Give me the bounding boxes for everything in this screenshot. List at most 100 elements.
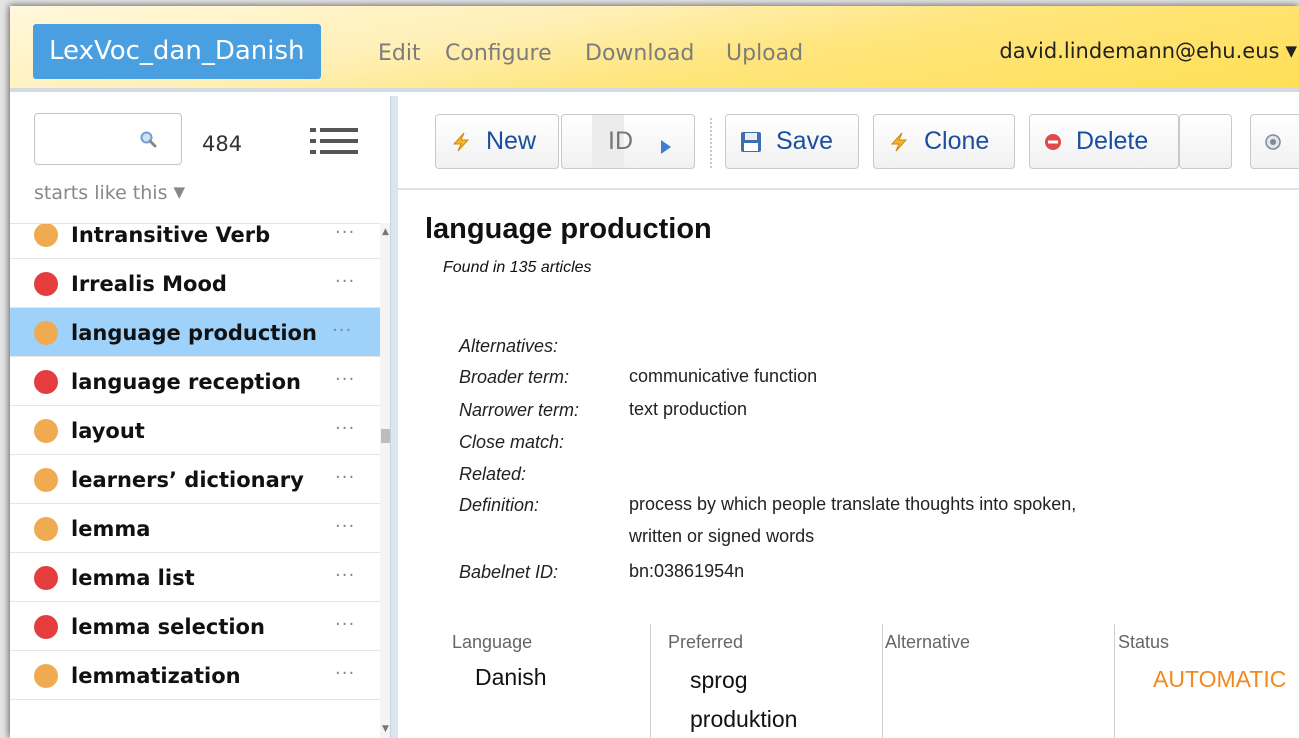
minus-circle-icon	[1044, 133, 1062, 151]
list-item[interactable]: lemma list ···	[10, 553, 380, 602]
column-header-language: Language	[452, 632, 533, 652]
more-options-icon[interactable]: ···	[332, 320, 352, 341]
lightning-icon	[888, 131, 910, 153]
more-options-icon[interactable]: ···	[335, 369, 355, 390]
term-label: Intransitive Verb	[71, 223, 271, 247]
term-label: Irrealis Mood	[71, 272, 227, 296]
status-dot-icon	[34, 419, 58, 443]
next-arrow-icon[interactable]	[660, 133, 672, 162]
list-item[interactable]: lemma selection ···	[10, 602, 380, 651]
clone-button[interactable]: Clone	[873, 114, 1015, 169]
history-button[interactable]	[1250, 114, 1299, 169]
more-options-icon[interactable]: ···	[335, 418, 355, 439]
status-dot-icon	[34, 566, 58, 590]
more-options-icon[interactable]: ···	[335, 663, 355, 684]
filter-dropdown[interactable]: starts like this ▼	[34, 182, 185, 204]
nav-download[interactable]: Download	[585, 41, 694, 66]
caret-down-icon: ▼	[173, 183, 186, 201]
list-item[interactable]: Intransitive Verb ···	[10, 224, 380, 259]
term-label: lemma list	[71, 566, 195, 590]
app-window: LexVoc_dan_Danish Edit Configure Downloa…	[10, 6, 1299, 738]
column-divider	[650, 624, 651, 738]
term-label: lemmatization	[71, 664, 241, 688]
lightning-icon	[450, 131, 472, 153]
list-item[interactable]: layout ···	[10, 406, 380, 455]
id-input[interactable]: ID	[562, 115, 647, 168]
column-header-alternative: Alternative	[885, 632, 971, 652]
narrower-term-label: Narrower term:	[459, 400, 580, 420]
alternatives-label: Alternatives:	[459, 336, 559, 356]
status-dot-icon	[34, 224, 58, 247]
translation-preferred-1[interactable]: sprog	[690, 667, 748, 694]
status-dot-icon	[34, 664, 58, 688]
term-label: layout	[71, 419, 145, 443]
status-dot-icon	[34, 370, 58, 394]
narrower-term-value[interactable]: text production	[629, 394, 747, 425]
column-header-status: Status	[1118, 632, 1170, 652]
delete-label: Delete	[1076, 127, 1149, 155]
filter-label: starts like this	[34, 182, 168, 204]
translation-language: Danish	[475, 664, 547, 690]
nav-upload[interactable]: Upload	[726, 41, 803, 66]
list-icon[interactable]	[310, 126, 358, 156]
save-button[interactable]: Save	[725, 114, 859, 169]
babelnet-label: Babelnet ID:	[459, 562, 559, 582]
floppy-disk-icon	[740, 131, 762, 153]
list-item-selected[interactable]: language production ···	[10, 308, 380, 357]
user-email: david.lindemann@ehu.eus	[999, 39, 1280, 63]
term-label: lemma selection	[71, 615, 265, 639]
nav-configure[interactable]: Configure	[445, 41, 552, 66]
list-item[interactable]: language reception ···	[10, 357, 380, 406]
more-options-icon[interactable]: ···	[335, 516, 355, 537]
translation-preferred-2[interactable]: produktion	[690, 706, 797, 733]
list-item[interactable]: lemma ···	[10, 504, 380, 553]
more-options-icon[interactable]: ···	[335, 271, 355, 292]
column-divider	[1114, 624, 1115, 738]
definition-line-2: written or signed words	[629, 526, 815, 546]
status-dot-icon	[34, 615, 58, 639]
more-options-icon[interactable]: ···	[335, 467, 355, 488]
list-item[interactable]: Irrealis Mood ···	[10, 259, 380, 308]
toolbar-separator	[710, 118, 712, 168]
status-badge: AUTOMATIC	[1153, 666, 1287, 692]
pane-splitter[interactable]	[390, 96, 398, 738]
term-list: Intransitive Verb ··· Irrealis Mood ··· …	[10, 223, 380, 738]
entry-detail: language production Found in 135 article…	[398, 192, 1299, 738]
result-count: 484	[202, 132, 243, 156]
scroll-thumb[interactable]	[381, 429, 390, 443]
term-label: learners’ dictionary	[71, 468, 304, 492]
list-item[interactable]: lemmatization ···	[10, 651, 380, 700]
page-title: language production	[425, 213, 712, 245]
new-button[interactable]: New	[435, 114, 559, 169]
list-item[interactable]: learners’ dictionary ···	[10, 455, 380, 504]
close-match-label: Close match:	[459, 432, 565, 452]
top-header: LexVoc_dan_Danish Edit Configure Downloa…	[10, 6, 1299, 92]
status-dot-icon	[34, 321, 58, 345]
babelnet-value[interactable]: bn:03861954n	[629, 556, 744, 587]
definition-label: Definition:	[459, 495, 540, 515]
clock-icon	[1265, 133, 1281, 150]
nav-edit[interactable]: Edit	[378, 41, 421, 66]
column-divider	[882, 624, 883, 738]
broader-term-value[interactable]: communicative function	[629, 361, 817, 392]
id-navigator[interactable]: ID	[561, 114, 695, 169]
clone-label: Clone	[924, 127, 990, 155]
status-dot-icon	[34, 272, 58, 296]
blank-button[interactable]	[1179, 114, 1232, 169]
caret-down-icon: ▼	[1285, 42, 1297, 60]
more-options-icon[interactable]: ···	[335, 614, 355, 635]
definition-line-1: process by which people translate though…	[629, 494, 1077, 514]
term-label: language production	[71, 321, 317, 345]
search-icon[interactable]	[139, 130, 157, 148]
search-input[interactable]	[34, 113, 182, 165]
more-options-icon[interactable]: ···	[335, 224, 355, 243]
broader-term-label: Broader term:	[459, 367, 570, 387]
delete-button[interactable]: Delete	[1029, 114, 1179, 169]
user-menu[interactable]: david.lindemann@ehu.eus ▼	[999, 39, 1297, 63]
term-label: lemma	[71, 517, 151, 541]
entry-toolbar: New ID Save Clone Delete	[398, 96, 1299, 190]
app-title-button[interactable]: LexVoc_dan_Danish	[33, 24, 321, 79]
save-label: Save	[776, 127, 833, 155]
id-placeholder: ID	[608, 127, 633, 155]
more-options-icon[interactable]: ···	[335, 565, 355, 586]
